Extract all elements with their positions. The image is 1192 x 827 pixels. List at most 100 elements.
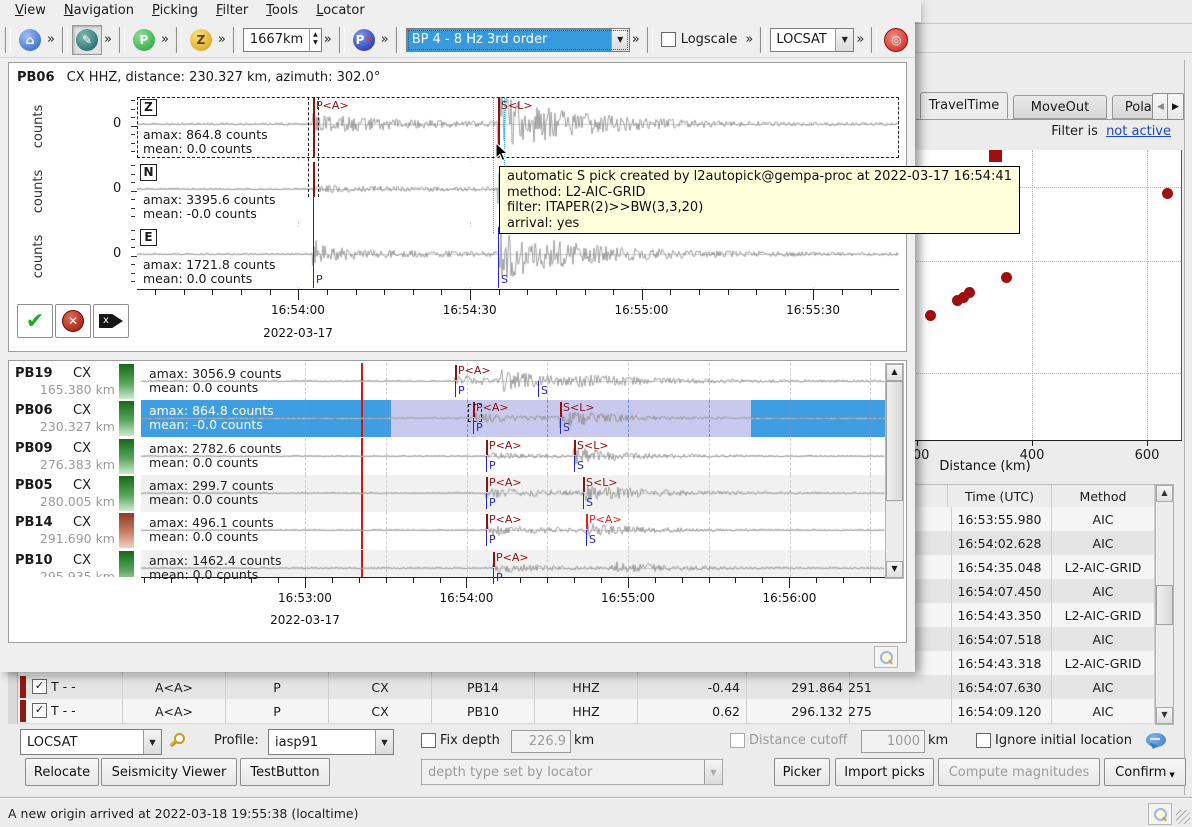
confirm-button[interactable]: Confirm ▼ [1104,758,1186,786]
picker-search-icon[interactable] [874,646,898,668]
column-header-time[interactable]: Time (UTC) [948,485,1052,508]
cell-distance: 296.132 [741,699,850,723]
relocate-tool-button[interactable]: ◎ [881,25,911,55]
pick-line [586,514,588,529]
p-arrival-line [313,171,314,288]
wrench-icon[interactable] [166,732,184,750]
tab-traveltime[interactable]: TravelTime [920,92,1008,119]
overflow-chevron-icon[interactable]: » [45,32,57,47]
toolbar-locator-select[interactable]: LOCSAT ▼ [770,28,854,52]
import-picks-button[interactable]: Import picks [835,758,934,786]
overflow-chevron-icon[interactable]: » [216,32,228,47]
y-tick [131,117,135,118]
s-pick-label: S<L> [501,99,533,112]
station-trace-strip[interactable]: amax: 496.1 countsmean: 0.0 countsP<A>PP… [141,512,885,549]
range-spinbox[interactable]: 1667km ▲ ▼ [243,28,322,52]
station-trace-strip[interactable]: amax: 3056.9 countsmean: 0.0 countsP<A>P… [141,363,885,400]
locator-select[interactable]: LOCSAT ▼ [20,729,162,755]
cell-time: 16:54:07.450 [948,579,1052,603]
chevron-down-icon: ▼ [704,760,722,784]
cancel-picks-button[interactable]: ✕ [55,304,91,338]
menu-locator[interactable]: Locator [307,0,373,21]
axis-tick [212,289,213,295]
comment-bubble-icon[interactable] [1146,733,1166,747]
arrival-flags: T - - [51,703,76,718]
seismicity-viewer-button[interactable]: Seismicity Viewer [101,758,237,786]
test-button[interactable]: TestButton [240,758,330,786]
spin-up-icon[interactable]: ▲ [310,29,321,38]
tab-scroll-right-button[interactable]: ▶ [1167,93,1184,120]
p-phase-button[interactable]: P [129,25,159,55]
station-row-pb14[interactable]: PB14CX291.690 kmamax: 496.1 countsmean: … [9,512,904,549]
ignore-initial-checkbox[interactable] [976,733,991,748]
station-row-pb10[interactable]: PB10CX295.935 kmamax: 1462.4 countsmean:… [9,550,904,587]
menu-navigation[interactable]: Navigation [55,0,143,21]
resize-grip[interactable] [1176,810,1190,824]
station-row-pb06[interactable]: PB06CX230.327 kmamax: 864.8 countsmean: … [9,400,904,437]
overflow-chevron-icon[interactable]: » [743,32,755,47]
filter-select[interactable]: BP 4 - 8 Hz 3rd order ▼ [406,28,630,52]
goto-origin-button[interactable]: ⌂ [15,25,45,55]
profile-select[interactable]: iasp91 ▼ [268,729,394,755]
station-network: CX [73,366,91,381]
menu-tools[interactable]: Tools [257,0,307,21]
y-tick [131,182,135,183]
fix-depth-checkbox[interactable] [421,733,436,748]
station-row-pb19[interactable]: PB19CX165.380 kmamax: 3056.9 countsmean:… [9,363,904,400]
station-row-pb05[interactable]: PB05CX280.005 kmamax: 299.7 countsmean: … [9,475,904,512]
filter-active-link[interactable]: not active [1106,124,1171,139]
cell-flags: ✓ T - - [18,699,123,723]
station-list-scrollbar[interactable]: ▲▼ [885,363,904,579]
waveform-overview[interactable] [141,400,885,437]
cell-method: AIC [1052,675,1155,699]
scrollbar-thumb[interactable] [886,381,903,501]
overflow-chevron-icon[interactable]: » [854,32,866,47]
pick-uncertainty-dash [308,97,309,197]
table-row[interactable]: ✓T - -A<A>PCXPB10HHZ0.62296.13227516:54:… [8,699,1155,724]
z-component-button[interactable]: Z [186,25,216,55]
menu-view[interactable]: View [6,0,55,21]
axis-tick [813,289,814,300]
waveform-overview[interactable] [141,363,885,400]
logscale-checkbox[interactable] [661,32,676,47]
spin-down-icon[interactable]: ▼ [310,38,321,47]
reject-pick-button[interactable]: x [93,304,129,338]
overflow-chevron-icon[interactable]: » [322,32,334,47]
statusbar-search-icon[interactable] [1148,803,1172,825]
picker-tool-button[interactable]: ✎ [72,25,102,55]
tab-moveout[interactable]: MoveOut [1013,95,1107,119]
scroll-down-icon[interactable]: ▼ [1156,707,1173,724]
overflow-chevron-icon[interactable]: » [630,32,642,47]
hover-guide-dotted [493,97,494,233]
apply-picks-button[interactable]: ✔ [17,304,53,338]
picker-button[interactable]: Picker [774,758,830,786]
arrivals-scrollbar[interactable]: ▲ ▼ [1155,484,1174,725]
overflow-chevron-icon[interactable]: » [102,32,114,47]
relocate-button[interactable]: Relocate [25,758,99,786]
trace-row-e[interactable]: Eamax: 1721.8 countsmean: 0.0 counts [137,227,899,287]
scroll-down-icon[interactable]: ▼ [886,561,903,578]
pwave-filter-button[interactable]: P∿ [349,25,379,55]
station-trace-strip[interactable]: amax: 2782.6 countsmean: 0.0 countsP<A>P… [141,438,885,475]
distance-cutoff-checkbox[interactable] [730,733,745,748]
overflow-chevron-icon[interactable]: » [379,32,391,47]
station-row-pb09[interactable]: PB09CX276.383 kmamax: 2782.6 countsmean:… [9,438,904,475]
station-trace-strip[interactable]: amax: 864.8 countsmean: -0.0 countsP<A>P… [141,400,885,437]
column-header-method[interactable]: Method [1052,485,1155,508]
menu-picking[interactable]: Picking [143,0,207,21]
arrival-checkbox[interactable]: ✓ [32,703,47,718]
menu-filter[interactable]: Filter [207,0,257,21]
station-trace-strip[interactable]: amax: 299.7 countsmean: 0.0 countsP<A>PS… [141,475,885,512]
cutoff-input[interactable]: 1000 [861,730,925,753]
scroll-up-icon[interactable]: ▲ [1156,485,1173,502]
arrival-checkbox[interactable]: ✓ [32,679,47,694]
y-tick [131,216,135,217]
scrollbar-thumb[interactable] [1156,585,1173,625]
cell-time: 16:54:43.350 [948,603,1052,627]
station-trace-strip[interactable]: amax: 1462.4 countsmean: 0.0 countsP<A>P [141,550,885,587]
table-row[interactable]: ✓T - -A<A>PCXPB14HHZ-0.44291.86425116:54… [8,675,1155,700]
depth-input[interactable]: 226.9 [511,730,571,753]
overflow-chevron-icon[interactable]: » [159,32,171,47]
component-label: Z [140,99,157,116]
scroll-up-icon[interactable]: ▲ [886,364,903,381]
